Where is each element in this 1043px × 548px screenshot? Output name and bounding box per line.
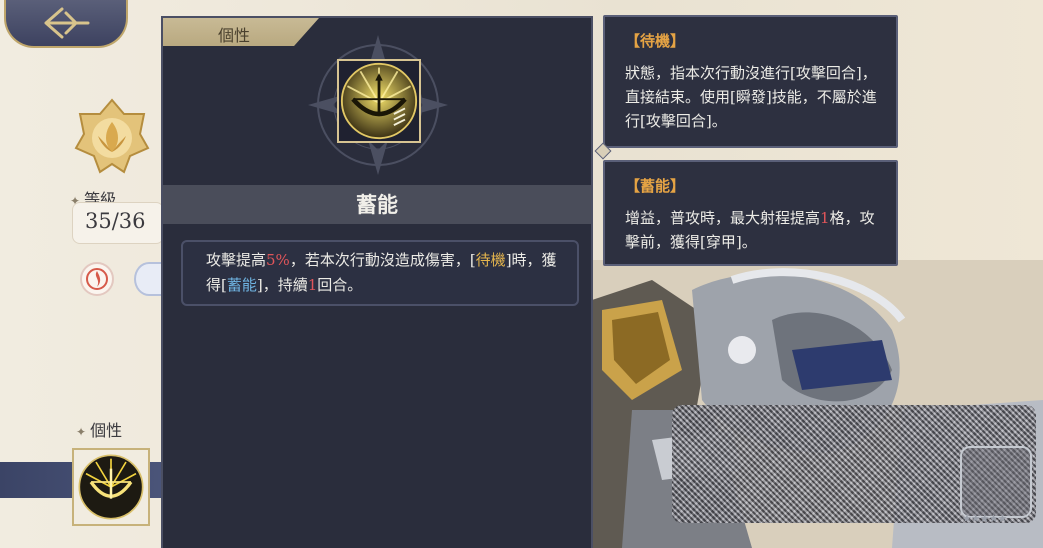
tooltip-notch bbox=[594, 142, 612, 160]
tooltip-standby: 【待機】 狀態，指本次行動沒進行[攻擊回合]，直接結束。使用[瞬發]技能，不屬於… bbox=[594, 15, 898, 160]
tooltip-charge: 【蓄能】 增益，普攻時，最大射程提高1格，攻擊前，獲得[穿甲]。 bbox=[603, 160, 898, 266]
back-arrow-icon bbox=[44, 7, 90, 39]
bow-trait-icon bbox=[78, 454, 144, 520]
bow-skill-icon bbox=[340, 62, 418, 140]
tooltip-standby-body: 狀態，指本次行動沒進行[攻擊回合]，直接結束。使用[瞬發]技能，不屬於進行[攻擊… bbox=[625, 64, 877, 130]
rating-stars: ★★★★★ bbox=[962, 512, 1007, 525]
range-bonus-value: 1 bbox=[820, 209, 830, 227]
skill-description: 攻擊提高5%，若本次行動沒造成傷害，[待機]時，獲得[蓄能]，持續1回合。 bbox=[181, 240, 579, 306]
tooltip-standby-title: 【待機】 bbox=[625, 32, 686, 50]
class-icon[interactable] bbox=[134, 262, 164, 296]
level-value: 35/36 bbox=[72, 202, 164, 244]
skill-icon-frame bbox=[337, 59, 421, 143]
rank-lotus-icon bbox=[74, 98, 150, 174]
fire-element-icon bbox=[86, 268, 108, 290]
obscured-item-frame bbox=[960, 446, 1032, 518]
duration-value: 1 bbox=[307, 276, 318, 294]
element-icon[interactable] bbox=[80, 262, 114, 296]
tooltip-charge-title: 【蓄能】 bbox=[625, 177, 686, 195]
keyword-charge[interactable]: 蓄能 bbox=[227, 276, 257, 294]
skill-name-bar: 蓄能 bbox=[163, 185, 591, 224]
keyword-standby[interactable]: 待機 bbox=[476, 251, 506, 269]
back-button[interactable] bbox=[4, 0, 128, 48]
attack-bonus-value: 5% bbox=[266, 251, 290, 269]
trait-caption: ✦ 個性 bbox=[76, 421, 123, 440]
tooltip-charge-body: 增益，普攻時，最大射程提高1格，攻擊前，獲得[穿甲]。 bbox=[625, 209, 875, 251]
skill-name: 蓄能 bbox=[356, 192, 398, 217]
trait-tab-label: 個性 bbox=[163, 18, 319, 46]
trait-button[interactable] bbox=[72, 448, 150, 526]
trait-detail-panel: 個性 蓄能 攻擊提高5%，若本次行動沒造成傷害，[待機]時，獲得[蓄能]，持續1… bbox=[161, 16, 593, 548]
